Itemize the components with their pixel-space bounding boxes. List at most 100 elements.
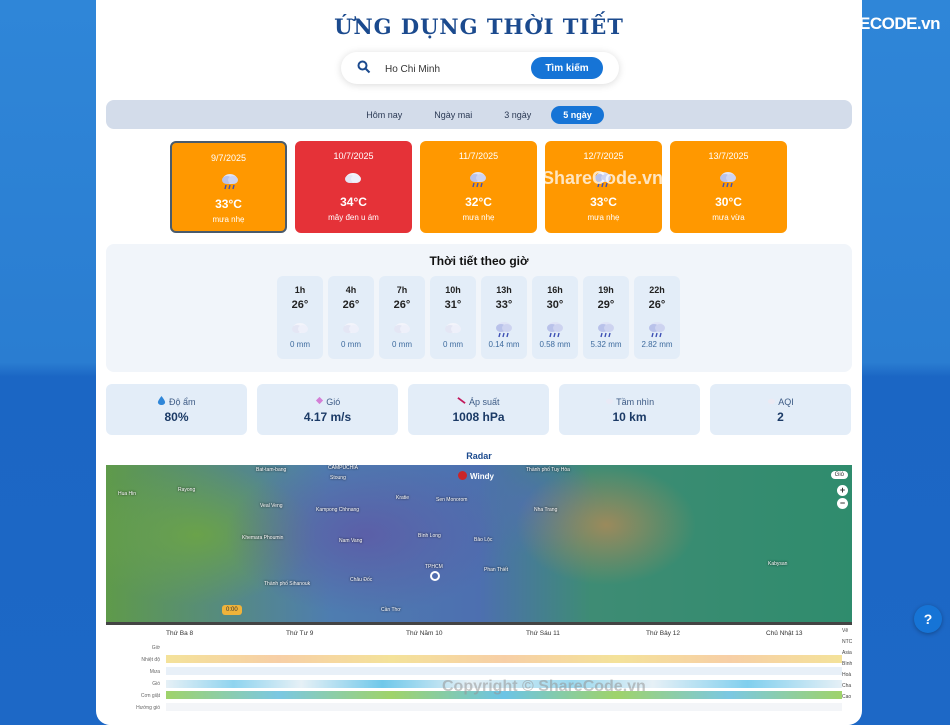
stat-value: 80% xyxy=(164,410,189,424)
side-list-item[interactable]: NTC xyxy=(842,639,852,650)
hour-rain: 0 mm xyxy=(443,340,463,349)
day-date: 9/7/2025 xyxy=(210,153,247,163)
search-input[interactable] xyxy=(383,59,527,79)
stat-card: Áp suất 1008 hPa xyxy=(408,384,549,435)
day-date: 10/7/2025 xyxy=(333,151,374,161)
forecast-row-label: Gió xyxy=(152,681,160,687)
stat-label: Áp suất xyxy=(408,396,549,407)
stat-value: 4.17 m/s xyxy=(303,410,352,424)
hour-time: 19h xyxy=(598,285,614,295)
day-card[interactable]: 10/7/2025 34°C mây đen u ám xyxy=(295,141,412,233)
forecast-day-label[interactable]: Thứ Sáu 11 xyxy=(526,630,560,637)
day-date: 11/7/2025 xyxy=(458,151,499,161)
watermark-copyright: Copyright © ShareCode.vn xyxy=(442,678,646,695)
side-list-item[interactable]: Vẽ xyxy=(842,628,852,639)
day-card[interactable]: 11/7/2025 32°C mưa nhẹ xyxy=(420,141,537,233)
cloud-icon xyxy=(343,169,363,194)
hour-time: 1h xyxy=(294,285,306,295)
side-list-item[interactable]: Cha xyxy=(842,683,852,694)
zoom-out-button[interactable]: − xyxy=(837,498,848,509)
day-condition: mưa nhẹ xyxy=(462,213,495,222)
forecast-day-label[interactable]: Chủ Nhật 13 xyxy=(766,630,803,637)
day-date: 13/7/2025 xyxy=(708,151,749,161)
hourly-title: Thời tiết theo giờ xyxy=(429,254,529,268)
day-temp: 33°C xyxy=(215,197,242,211)
hour-temp: 31° xyxy=(444,299,462,311)
forecast-day-label[interactable]: Thứ Ba 8 xyxy=(166,630,193,637)
stat-value: 2 xyxy=(777,410,784,424)
hour-time: 7h xyxy=(396,285,408,295)
radar-title: Radar xyxy=(466,451,492,461)
timeline-time[interactable]: 0:00 xyxy=(222,605,242,615)
map-label: Sen Monorom xyxy=(436,497,468,503)
hour-time: 22h xyxy=(649,285,665,295)
map-label: Kampong Chhnang xyxy=(316,507,360,513)
hour-time: 4h xyxy=(345,285,357,295)
hour-temp: 33° xyxy=(495,299,513,311)
map-label: Bình Long xyxy=(418,533,441,539)
forecast-row-label: Hướng gió xyxy=(136,705,160,711)
hour-card: 7h 26° 0 mm xyxy=(379,276,425,359)
zoom-in-button[interactable]: + xyxy=(837,485,848,496)
stat-card: Tầm nhìn 10 km xyxy=(559,384,700,435)
wind-icon xyxy=(315,396,324,407)
day-condition: mưa nhẹ xyxy=(587,213,620,222)
tab-3-days[interactable]: 3 ngày xyxy=(492,106,543,124)
map-label: CAMPUCHIA xyxy=(328,465,359,471)
radar-forecast-table: Thứ Ba 8 Thứ Tư 9 Thứ Năm 10 Thứ Sáu 11 Thứ … xyxy=(106,622,852,725)
tab-today[interactable]: Hôm nay xyxy=(354,106,414,124)
hour-card: 10h 31° 0 mm xyxy=(430,276,476,359)
map-label: Thành phố Tuy Hòa xyxy=(526,467,570,473)
day-condition: mây đen u ám xyxy=(328,213,379,222)
forecast-row-label: Nhiệt độ xyxy=(141,657,160,663)
side-list-item[interactable]: Hoà xyxy=(842,672,852,683)
side-list-item[interactable]: Cao xyxy=(842,694,852,705)
map-label: Rayong xyxy=(178,487,196,493)
forecast-day-label[interactable]: Thứ Tư 9 xyxy=(286,630,313,637)
forecast-row-label: Giờ xyxy=(151,645,160,651)
map-label-tphcm: TPHCM xyxy=(425,564,443,570)
forecast-day-row: Thứ Ba 8 Thứ Tư 9 Thứ Năm 10 Thứ Sáu 11 Thứ … xyxy=(106,628,852,640)
map-label: Hua Hin xyxy=(118,491,137,497)
rain-icon xyxy=(468,169,488,194)
wind-direction-strip xyxy=(166,703,842,711)
forecast-range-tabs: Hôm nay Ngày mai 3 ngày 5 ngày xyxy=(106,100,852,129)
radar-map[interactable]: Windy Gió + − CAMPUCHIA Bat-tam-bang Sto… xyxy=(106,465,852,622)
day-card[interactable]: 9/7/2025 33°C mưa nhẹ xyxy=(170,141,287,233)
map-label: Veal Veng xyxy=(260,503,283,509)
hour-rain: 2.82 mm xyxy=(641,340,673,349)
air-icon xyxy=(767,397,776,407)
map-label: Kabysan xyxy=(768,561,788,567)
day-temp: 34°C xyxy=(340,195,367,209)
side-list-item[interactable]: Asia xyxy=(842,650,852,661)
tab-5-days[interactable]: 5 ngày xyxy=(551,105,604,124)
help-button[interactable]: ? xyxy=(914,605,942,633)
map-label: Kratie xyxy=(396,495,410,501)
forecast-row-label: Mưa xyxy=(149,669,160,675)
rain-icon xyxy=(220,171,240,196)
hour-card: 4h 26° 0 mm xyxy=(328,276,374,359)
side-list-item[interactable]: Bình xyxy=(842,661,852,672)
hour-temp: 26° xyxy=(291,299,309,311)
weather-app-card: ỨNG DỤNG THỜI TIẾT Tìm kiếm Hôm nay Ngày… xyxy=(96,0,862,725)
day-card[interactable]: 13/7/2025 30°C mưa vừa xyxy=(670,141,787,233)
location-marker-icon xyxy=(430,571,440,581)
forecast-day-label[interactable]: Thứ Năm 10 xyxy=(406,630,443,637)
watermark-center: ShareCode.vn xyxy=(542,168,664,188)
map-label: Stoung xyxy=(330,475,346,481)
hourly-list: 1h 26° 0 mm 4h 26° 0 mm 7h 26° 0 mm 10h 31° 0 mm 13h… xyxy=(277,276,680,359)
tab-tomorrow[interactable]: Ngày mai xyxy=(422,106,484,124)
hour-card: 19h 29° 5.32 mm xyxy=(583,276,629,359)
map-label: Phan Thiết xyxy=(484,567,509,573)
hour-card: 1h 26° 0 mm xyxy=(277,276,323,359)
daily-forecast-list: 9/7/2025 33°C mưa nhẹ 10/7/2025 34°C mây đen … xyxy=(170,141,787,233)
forecast-day-label[interactable]: Thứ Bảy 12 xyxy=(646,630,680,637)
hour-rain: 5.32 mm xyxy=(590,340,622,349)
stat-label: Tầm nhìn xyxy=(559,396,700,407)
layer-picker[interactable]: Gió xyxy=(830,471,848,479)
search-icon xyxy=(357,60,371,74)
map-label: Nam Vang xyxy=(339,538,363,544)
weather-stats: Độ ẩm 80% Gió 4.17 m/s Áp suất 1008 hPa Tầm… xyxy=(106,384,851,435)
search-button[interactable]: Tìm kiếm xyxy=(531,57,603,79)
hour-card: 22h 26° 2.82 mm xyxy=(634,276,680,359)
